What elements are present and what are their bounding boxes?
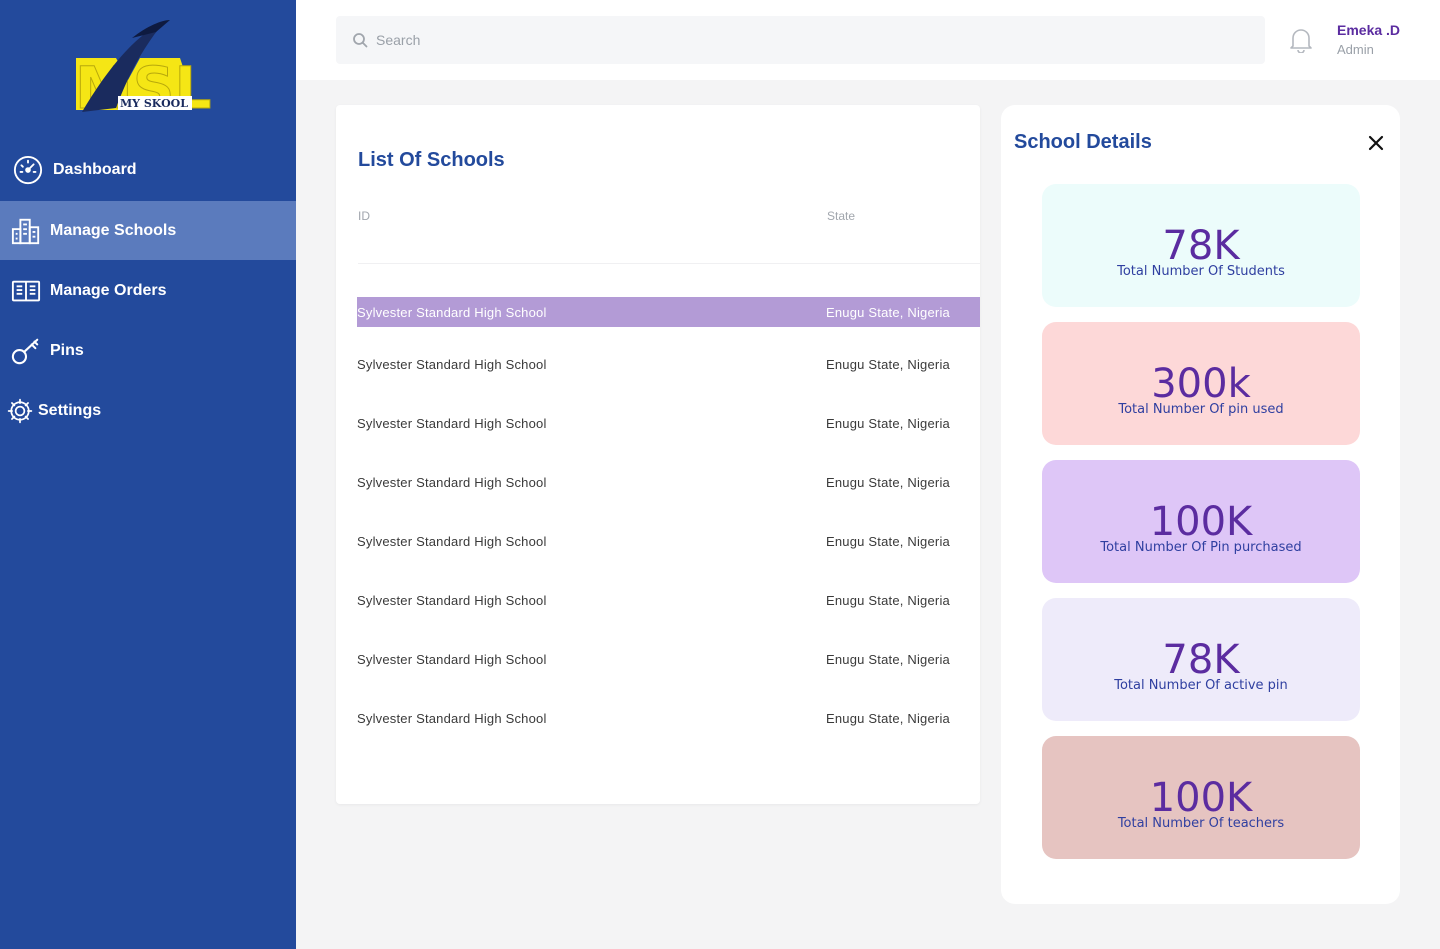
school-state: Enugu State, Nigeria	[826, 651, 950, 667]
sidebar-item-label: Dashboard	[53, 160, 137, 178]
user-name[interactable]: Emeka .D	[1337, 22, 1400, 38]
table-row[interactable]: Sylvester Standard High School Enugu Sta…	[357, 703, 980, 733]
sidebar-item-label: Pins	[50, 341, 84, 359]
table-row[interactable]: Sylvester Standard High School Enugu Sta…	[357, 526, 980, 556]
stat-value: 100K	[1149, 775, 1253, 821]
search-input[interactable]	[376, 32, 1236, 48]
table-row[interactable]: Sylvester Standard High School Enugu Sta…	[357, 585, 980, 615]
stat-label: Total Number Of active pin	[1114, 678, 1288, 693]
sidebar-item-label: Manage Schools	[50, 221, 177, 239]
sidebar-item-dashboard[interactable]: Dashboard	[0, 140, 296, 199]
stat-label: Total Number Of Students	[1117, 264, 1285, 279]
table-row[interactable]: Sylvester Standard High School Enugu Sta…	[357, 297, 980, 327]
school-name: Sylvester Standard High School	[357, 592, 547, 608]
buildings-icon	[10, 215, 42, 247]
key-icon	[10, 335, 42, 367]
stat-label: Total Number Of pin used	[1118, 402, 1284, 417]
stat-card-active-pin: 78K Total Number Of active pin	[1042, 598, 1360, 721]
school-state: Enugu State, Nigeria	[826, 356, 950, 372]
stat-value: 300k	[1151, 361, 1251, 407]
stat-label: Total Number Of teachers	[1117, 816, 1285, 831]
school-state: Enugu State, Nigeria	[826, 415, 950, 431]
column-header-state: State	[827, 209, 856, 223]
schools-list-title: List Of Schools	[358, 149, 505, 171]
book-icon	[10, 275, 42, 307]
school-state: Enugu State, Nigeria	[826, 710, 950, 726]
sidebar-item-label: Manage Orders	[50, 281, 167, 299]
speedometer-icon	[12, 154, 44, 186]
school-name: Sylvester Standard High School	[357, 710, 547, 726]
header-divider	[358, 263, 980, 264]
school-state: Enugu State, Nigeria	[826, 592, 950, 608]
school-name: Sylvester Standard High School	[357, 533, 547, 549]
svg-text:MY SKOOL: MY SKOOL	[120, 97, 188, 110]
stat-value: 100K	[1149, 499, 1253, 545]
table-row[interactable]: Sylvester Standard High School Enugu Sta…	[357, 408, 980, 438]
close-icon[interactable]	[1366, 133, 1386, 153]
notification-bell-icon[interactable]	[1289, 27, 1313, 54]
stat-card-students: 78K Total Number Of Students	[1042, 184, 1360, 307]
school-name: Sylvester Standard High School	[357, 651, 547, 667]
table-row[interactable]: Sylvester Standard High School Enugu Sta…	[357, 349, 980, 379]
stat-card-teachers: 100K Total Number Of teachers	[1042, 736, 1360, 859]
sidebar-item-manage-schools[interactable]: Manage Schools	[0, 201, 296, 260]
sidebar-item-manage-orders[interactable]: Manage Orders	[0, 261, 296, 320]
column-header-id: ID	[358, 209, 370, 223]
stat-card-pin-used: 300k Total Number Of pin used	[1042, 322, 1360, 445]
gear-icon	[6, 395, 34, 427]
school-name: Sylvester Standard High School	[357, 304, 547, 320]
school-name: Sylvester Standard High School	[357, 415, 547, 431]
stat-card-pin-purchased: 100K Total Number Of Pin purchased	[1042, 460, 1360, 583]
sidebar: MSL MY SKOOL Dashboard Manage Schools Ma…	[0, 0, 296, 949]
search-box[interactable]	[336, 16, 1265, 64]
schools-list-card: List Of Schools ID State Sylvester Stand…	[336, 105, 980, 804]
school-details-title: School Details	[1014, 131, 1152, 153]
school-state: Enugu State, Nigeria	[826, 304, 950, 320]
top-bar: Emeka .D Admin	[296, 0, 1440, 80]
stat-label: Total Number Of Pin purchased	[1100, 540, 1302, 555]
user-role: Admin	[1337, 42, 1374, 57]
brand-logo[interactable]: MSL MY SKOOL	[72, 18, 224, 123]
sidebar-item-label: Settings	[38, 401, 102, 419]
school-details-panel: School Details 78K Total Number Of Stude…	[1001, 105, 1400, 904]
stat-value: 78K	[1162, 637, 1240, 683]
stat-value: 78K	[1162, 223, 1240, 269]
search-icon	[352, 32, 368, 48]
table-row[interactable]: Sylvester Standard High School Enugu Sta…	[357, 644, 980, 674]
school-name: Sylvester Standard High School	[357, 356, 547, 372]
table-row[interactable]: Sylvester Standard High School Enugu Sta…	[357, 467, 980, 497]
school-name: Sylvester Standard High School	[357, 474, 547, 490]
school-state: Enugu State, Nigeria	[826, 533, 950, 549]
school-state: Enugu State, Nigeria	[826, 474, 950, 490]
sidebar-item-settings[interactable]: Settings	[0, 381, 296, 440]
sidebar-item-pins[interactable]: Pins	[0, 321, 296, 380]
